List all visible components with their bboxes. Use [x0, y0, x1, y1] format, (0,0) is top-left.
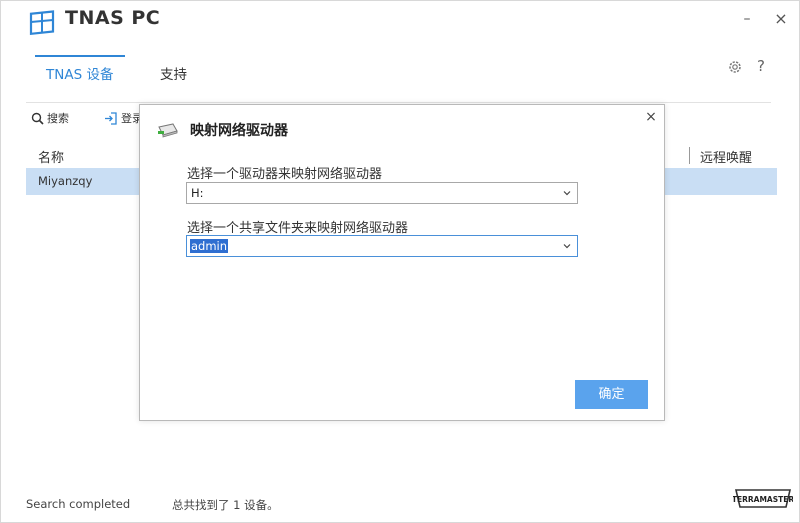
share-folder-value: admin	[190, 239, 229, 253]
chevron-down-icon	[563, 244, 571, 249]
share-folder-label: 选择一个共享文件夹来映射网络驱动器	[187, 221, 409, 236]
drive-value: H:	[191, 186, 204, 200]
share-folder-select[interactable]: admin	[186, 235, 578, 257]
column-header-name[interactable]: 名称	[38, 147, 64, 166]
column-separator	[689, 147, 690, 164]
brand-text: TERRAMASTER	[733, 495, 793, 504]
login-icon	[105, 111, 117, 125]
ok-button[interactable]: 确定	[575, 380, 648, 409]
close-window-button[interactable]: ×	[771, 9, 791, 29]
tab-tnas-devices[interactable]: TNAS 设备	[46, 63, 113, 83]
search-label: 搜索	[47, 112, 69, 125]
divider	[26, 102, 771, 103]
window-logo-icon	[29, 10, 55, 35]
search-icon	[31, 112, 44, 125]
search-button[interactable]: 搜索	[31, 110, 69, 126]
map-drive-dialog: 映射网络驱动器 × 选择一个驱动器来映射网络驱动器 H: 选择一个共享文件夹来映…	[139, 104, 665, 421]
dialog-close-button[interactable]: ×	[643, 109, 659, 125]
help-button[interactable]: ?	[757, 57, 765, 75]
gear-icon[interactable]	[727, 59, 743, 75]
device-name[interactable]: Miyanzqy	[38, 174, 92, 188]
dialog-title: 映射网络驱动器	[190, 123, 288, 139]
device-count-text: 总共找到了 1 设备。	[172, 498, 279, 512]
app-window: TNAS PC – × TNAS 设备 支持 ? 搜索 登录 名称 远程唤醒 M…	[0, 0, 800, 523]
terramaster-logo: TERRAMASTER	[733, 489, 793, 508]
column-header-wake[interactable]: 远程唤醒	[700, 147, 752, 166]
network-drive-icon	[158, 123, 178, 138]
drive-label: 选择一个驱动器来映射网络驱动器	[187, 167, 383, 182]
minimize-button[interactable]: –	[737, 9, 757, 29]
login-button[interactable]: 登录	[104, 110, 143, 126]
active-tab-indicator	[35, 55, 125, 57]
chevron-down-icon	[563, 191, 571, 196]
tab-support[interactable]: 支持	[160, 63, 187, 83]
app-title: TNAS PC	[65, 7, 161, 29]
status-text: Search completed	[26, 497, 131, 511]
drive-select[interactable]: H:	[186, 182, 578, 204]
